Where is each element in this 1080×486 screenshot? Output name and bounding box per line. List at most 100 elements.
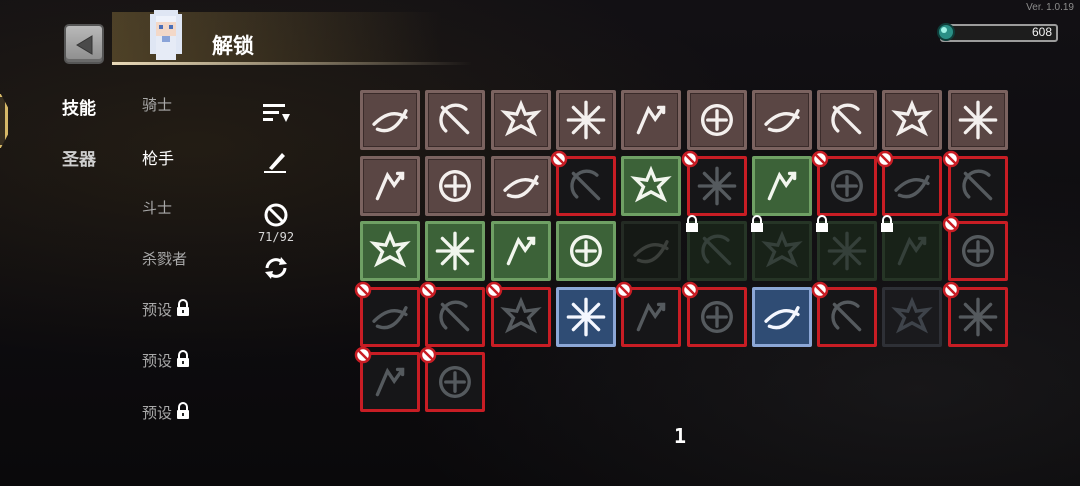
character-knight[interactable]: 骑士 [142, 94, 172, 115]
ban-icon [420, 346, 437, 364]
lightning-skill[interactable] [681, 150, 747, 216]
crescent-icon [958, 100, 998, 140]
ban-filter-button[interactable] [260, 201, 292, 229]
ban-icon [485, 281, 502, 298]
shadow-dash-icon [570, 169, 601, 200]
target-eye-skill[interactable] [490, 155, 551, 216]
scythe-icon [439, 366, 472, 398]
thorn-burst-icon [499, 99, 542, 137]
unlock-counter: 71/92 [257, 230, 295, 244]
preset-slot-3[interactable]: 预设 [142, 402, 192, 423]
ban-icon [615, 281, 633, 298]
chain-stars-skill[interactable] [621, 155, 682, 216]
fist-strike-skill[interactable] [751, 155, 812, 216]
biohazard-skill[interactable] [877, 150, 943, 216]
thorn-burst-skill[interactable] [490, 90, 551, 150]
ban-icon [811, 281, 829, 298]
preset-slot-1[interactable]: 预设 [142, 299, 192, 320]
gem-icon [937, 23, 955, 41]
spiral-skill[interactable] [751, 286, 812, 347]
ban-icon [681, 281, 698, 298]
chaos-ring-skill[interactable] [751, 90, 812, 150]
sort-button[interactable] [260, 100, 292, 128]
rune-circle-icon [569, 235, 602, 267]
spark-skill[interactable] [816, 215, 878, 281]
sort-icon [263, 104, 290, 122]
character-gunner[interactable]: 枪手 [142, 145, 174, 169]
refresh-icon [265, 257, 287, 279]
slash-orbit-icon [372, 109, 408, 133]
back-button[interactable] [64, 24, 104, 64]
radial-burst-icon [566, 100, 606, 140]
stairs-skill[interactable] [485, 281, 551, 347]
back-arrow-icon [76, 35, 93, 55]
bat-icon [761, 230, 803, 268]
scythe-skill[interactable] [420, 346, 486, 412]
bow-icon [700, 300, 733, 333]
ban-icon [354, 281, 372, 298]
scorpion-icon [375, 367, 405, 397]
gourd-skill[interactable] [942, 150, 1008, 216]
hourglass-skill[interactable] [420, 281, 486, 347]
tab-skills[interactable]: 技能 [62, 94, 96, 119]
power-up-skill[interactable] [555, 286, 616, 347]
shadow-dash-skill[interactable] [550, 150, 616, 216]
preset-label: 预设 [142, 352, 173, 370]
card-stack-skill[interactable] [360, 155, 420, 216]
leaf-bird-skill[interactable] [425, 155, 486, 216]
skull-gust-icon [891, 99, 934, 137]
fist-strike-icon [767, 171, 797, 200]
mask-skill[interactable] [882, 286, 943, 347]
preset-slot-2[interactable]: 预设 [142, 350, 192, 371]
drill-icon [898, 236, 927, 266]
character-brawler[interactable]: 斗士 [142, 197, 172, 218]
ban-icon [942, 215, 959, 233]
tab-relics[interactable]: 圣器 [62, 145, 96, 170]
hourglass-icon [439, 300, 470, 331]
lock-icon [881, 215, 894, 232]
compass-skill[interactable] [686, 90, 747, 150]
arrow-jump-skill[interactable] [621, 90, 682, 150]
rune-circle-skill[interactable] [555, 221, 616, 281]
spike-star-skill[interactable] [615, 281, 682, 347]
compass-icon [700, 104, 733, 136]
bow-skill[interactable] [681, 281, 747, 347]
arrow-volley-skill[interactable] [817, 90, 878, 150]
radial-burst-skill[interactable] [555, 90, 616, 150]
spin-blade-skill[interactable] [425, 90, 486, 150]
skull-gust-skill[interactable] [882, 90, 943, 150]
ban-icon [942, 281, 959, 298]
preset-label: 预设 [142, 301, 173, 319]
power-up-icon [566, 297, 606, 336]
ban-icon [354, 346, 372, 364]
lock-icon [685, 215, 698, 232]
spin-blade-icon [439, 103, 470, 135]
phantom-skill[interactable] [354, 281, 420, 347]
scorpion-skill[interactable] [354, 346, 420, 412]
crack-skill[interactable] [490, 221, 551, 281]
sword-skill[interactable] [685, 215, 747, 281]
sword-icon [700, 234, 731, 266]
drill-skill[interactable] [881, 215, 943, 281]
currency-display: 608 [937, 23, 1058, 42]
vortex-slash-skill[interactable] [360, 221, 420, 281]
ban-icon [877, 150, 894, 167]
reset-button[interactable] [260, 254, 292, 282]
bat-skill[interactable] [750, 215, 812, 281]
lock-icon [177, 350, 190, 367]
swirl-skill[interactable] [621, 221, 682, 281]
character-slayer[interactable]: 杀戮者 [142, 248, 187, 269]
arrow-volley-icon [831, 103, 862, 135]
triple-spike-skill[interactable] [425, 221, 486, 281]
spike-star-icon [636, 302, 666, 331]
cloud-skill[interactable] [942, 281, 1008, 347]
chaos-ring-icon [764, 109, 800, 133]
orb-cluster-skill[interactable] [942, 215, 1008, 281]
swirl-icon [633, 240, 669, 264]
crescent-skill[interactable] [947, 90, 1008, 150]
skull-mist-skill[interactable] [811, 150, 878, 216]
gust-skill[interactable] [811, 281, 878, 347]
edit-button[interactable] [260, 148, 292, 176]
slash-orbit-skill[interactable] [360, 90, 420, 150]
currency-value: 608 [1031, 25, 1052, 39]
